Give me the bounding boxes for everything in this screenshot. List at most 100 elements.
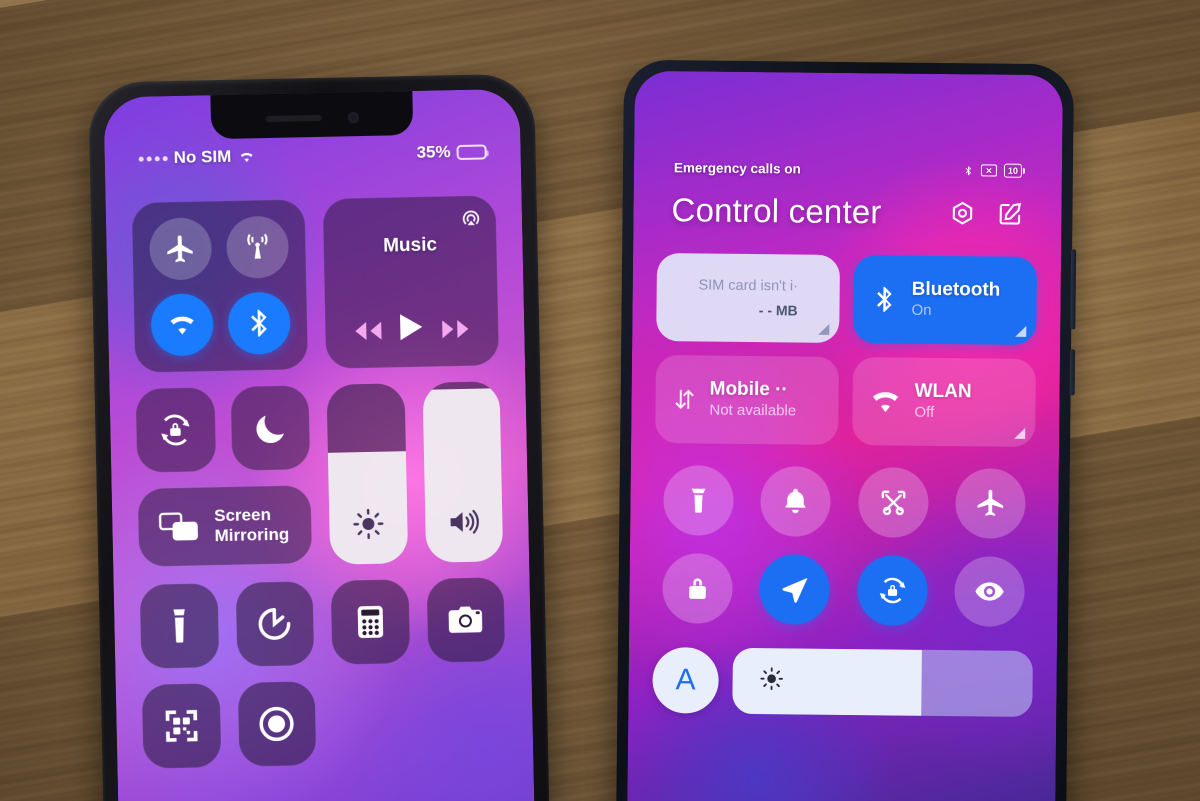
flashlight-icon	[691, 488, 706, 513]
bluetooth-title: Bluetooth	[911, 279, 1001, 302]
mobile-title: Mobile ··	[709, 379, 788, 401]
xiaomi-screen: Emergency calls on ✕ 10 Control center S…	[626, 70, 1063, 801]
reading-mode-toggle[interactable]	[954, 556, 1026, 627]
screen-mirroring-button[interactable]: Screen Mirroring	[137, 485, 313, 567]
screenshot-scissors-icon	[881, 490, 906, 516]
do-not-disturb-button[interactable]	[229, 385, 311, 471]
xiaomi-header: Control center	[633, 191, 1061, 233]
wifi-icon	[170, 316, 194, 335]
fast-forward-icon[interactable]	[439, 316, 471, 341]
bell-icon	[785, 488, 807, 514]
signal-off-icon: ✕	[980, 164, 998, 177]
timer-icon	[258, 608, 291, 640]
status-right-group: ✕ 10	[963, 163, 1023, 179]
power-button[interactable]	[1070, 249, 1077, 330]
airplane-toggle[interactable]	[955, 468, 1027, 539]
music-controls	[339, 311, 485, 353]
screen-mirroring-icon	[158, 512, 198, 541]
battery-percent-label: 35%	[416, 142, 451, 162]
brightness-slider[interactable]	[732, 647, 1033, 717]
bluetooth-tile-text: Bluetooth On	[911, 279, 1000, 321]
battery-icon: 10	[1003, 163, 1023, 178]
wlan-title: WLAN	[914, 381, 972, 403]
bluetooth-icon	[877, 286, 892, 312]
lock-toggle[interactable]	[661, 553, 733, 624]
airplane-icon	[167, 235, 193, 263]
xiaomi-control-center: SIM card isn't i· - - MB Bluetooth On Mo…	[627, 253, 1061, 801]
data-transfer-icon	[675, 389, 694, 410]
cellular-antenna-icon	[247, 233, 268, 259]
volume-icon-wrap	[446, 505, 481, 545]
xiaomi-device: Emergency calls on ✕ 10 Control center S…	[615, 59, 1077, 801]
brightness-icon	[760, 667, 783, 691]
rotation-lock-toggle[interactable]	[856, 555, 928, 626]
expand-corner-icon[interactable]	[1014, 427, 1026, 439]
bluetooth-subtitle: On	[911, 301, 932, 319]
flashlight-button[interactable]	[139, 583, 219, 669]
sim-data-tile[interactable]: SIM card isn't i· - - MB	[656, 253, 841, 343]
signal-dots-icon	[138, 155, 168, 162]
camera-icon	[448, 606, 483, 633]
flashlight-toggle[interactable]	[662, 465, 734, 536]
sim-status-label: SIM card isn't i·	[698, 277, 799, 295]
auto-brightness-button[interactable]: A	[652, 646, 719, 714]
status-left-group: No SIM	[138, 146, 255, 168]
music-widget[interactable]: Music	[322, 195, 500, 369]
bluetooth-button[interactable]	[227, 291, 292, 355]
sim-data-usage-label: - - MB	[758, 301, 798, 319]
wifi-button[interactable]	[150, 293, 214, 357]
battery-icon	[456, 143, 487, 160]
carrier-label: No SIM	[173, 146, 232, 167]
brightness-slider[interactable]	[326, 383, 408, 565]
moon-icon	[256, 415, 284, 444]
mobile-data-tile[interactable]: Mobile ·· Not available	[655, 355, 839, 445]
lock-icon	[688, 578, 706, 599]
flashlight-icon	[173, 609, 185, 643]
brightness-icon	[353, 508, 384, 540]
page-title: Control center	[671, 191, 882, 231]
airplane-icon	[977, 489, 1004, 516]
wlan-tile[interactable]: WLAN Off	[852, 357, 1036, 447]
volume-slider[interactable]	[421, 381, 504, 563]
mobile-subtitle: Not available	[709, 401, 797, 420]
screen-record-button[interactable]	[237, 681, 317, 767]
front-camera-icon	[347, 111, 359, 123]
bluetooth-tile[interactable]: Bluetooth On	[853, 255, 1038, 345]
calculator-button[interactable]	[330, 579, 410, 665]
expand-corner-icon[interactable]	[1015, 325, 1027, 337]
timer-button[interactable]	[235, 581, 315, 667]
play-button[interactable]	[397, 312, 426, 348]
expand-corner-icon[interactable]	[818, 323, 830, 335]
xiaomi-brightness-row: A	[652, 646, 1033, 717]
cellular-data-button[interactable]	[226, 215, 290, 279]
edit-pencil-icon[interactable]	[997, 201, 1023, 227]
scene-root: No SIM 35% Music Screen Mirroring Emerge…	[0, 0, 1200, 801]
iphone-shortcuts-row-1	[139, 577, 506, 669]
wifi-icon	[872, 392, 899, 413]
xiaomi-toggles-row-1	[654, 465, 1035, 539]
sim-tile-text: SIM card isn't i· - - MB	[698, 278, 798, 318]
screenshot-toggle[interactable]	[857, 467, 929, 538]
qr-scanner-button[interactable]	[141, 683, 221, 769]
camera-button[interactable]	[426, 577, 506, 663]
iphone-control-center: Music Screen Mirroring	[105, 177, 535, 801]
location-toggle[interactable]	[759, 554, 831, 625]
iphone-middle-grid: Screen Mirroring	[135, 381, 504, 569]
location-arrow-icon	[782, 578, 808, 603]
airplay-icon[interactable]	[460, 208, 482, 230]
settings-hexagon-icon[interactable]	[949, 200, 975, 226]
iphone-device: No SIM 35% Music Screen Mirroring	[88, 73, 550, 801]
bluetooth-icon	[251, 309, 268, 337]
volume-rocker[interactable]	[1069, 349, 1076, 396]
header-icon-group	[949, 200, 1023, 227]
eye-icon	[975, 582, 1004, 601]
rotation-lock-button[interactable]	[135, 387, 216, 473]
calculator-icon	[357, 605, 383, 638]
airplane-mode-button[interactable]	[148, 217, 212, 281]
rewind-icon[interactable]	[352, 318, 384, 343]
volume-icon	[450, 509, 480, 534]
iphone-screen: No SIM 35% Music Screen Mirroring	[103, 88, 535, 801]
iphone-top-grid: Music	[131, 195, 500, 373]
ringer-toggle[interactable]	[760, 466, 832, 537]
xiaomi-tiles-grid: SIM card isn't i· - - MB Bluetooth On Mo…	[655, 253, 1038, 447]
